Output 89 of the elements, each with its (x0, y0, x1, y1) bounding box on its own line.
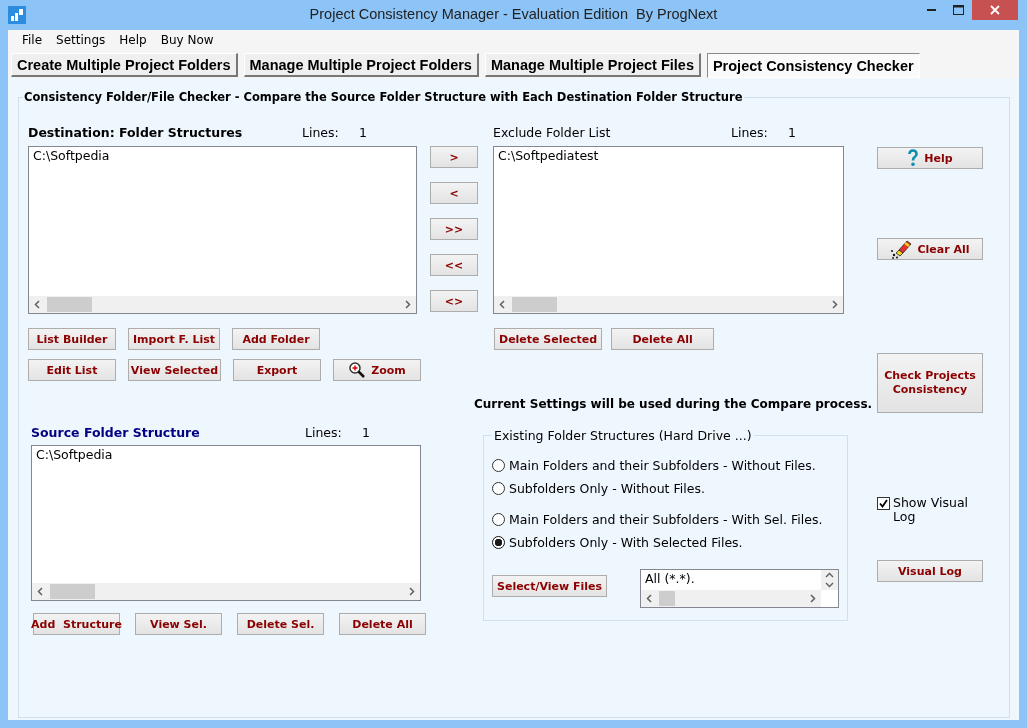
radio-button[interactable] (492, 535, 505, 549)
scroll-right-icon[interactable] (810, 594, 816, 603)
magnifier-icon (348, 361, 367, 379)
scroll-left-icon[interactable] (499, 300, 505, 309)
list-item[interactable]: C:\Softpediatest (498, 148, 839, 164)
menu-item[interactable]: Settings (49, 33, 113, 47)
list-item[interactable]: C:\Softpedia (33, 148, 412, 164)
scroll-right-icon[interactable] (405, 300, 411, 309)
minimize-icon (927, 9, 936, 11)
action-button[interactable]: Add Folder (232, 328, 320, 350)
arrow-button[interactable]: << (430, 254, 478, 276)
section-title: Source Folder Structure (31, 424, 200, 440)
scroll-thumb[interactable] (47, 297, 92, 312)
tab[interactable]: Manage Multiple Project Files (484, 53, 701, 77)
scroll-thumb[interactable] (512, 297, 557, 312)
action-button[interactable]: Visual Log (877, 560, 983, 582)
maximize-icon (953, 5, 964, 15)
question-mark-icon (907, 149, 920, 167)
action-button[interactable]: View Selected (128, 359, 221, 381)
close-button[interactable] (972, 0, 1018, 20)
menu-item[interactable]: Buy Now (153, 33, 221, 47)
action-button[interactable]: Import F. List (128, 328, 220, 350)
action-button[interactable]: Delete Selected (494, 328, 603, 350)
scroll-right-icon[interactable] (832, 300, 838, 309)
tab[interactable]: Manage Multiple Project Folders (243, 53, 479, 77)
radio-option[interactable]: Subfolders Only - With Selected Files. (492, 532, 839, 552)
radio-option[interactable]: Main Folders and their Subfolders - With Sel. Files. (492, 509, 839, 529)
group-title: Existing Folder Structures (Hard Drive ...) (493, 428, 753, 443)
list-box[interactable]: All (*.*). (640, 569, 839, 608)
action-button[interactable]: Edit List (28, 359, 116, 381)
list-item[interactable]: All (*.*). (645, 571, 817, 587)
lines-count: 1 (788, 124, 796, 140)
arrow-button[interactable]: >> (430, 218, 478, 240)
list-box[interactable]: C:\Softpediatest (493, 146, 844, 314)
scroll-right-icon[interactable] (409, 587, 415, 596)
list-box[interactable]: C:\Softpedia (28, 146, 417, 314)
lines-count: 1 (359, 124, 367, 140)
arrow-button[interactable]: < (430, 182, 478, 204)
action-button[interactable]: Delete All (611, 328, 715, 350)
action-button[interactable]: Clear All (877, 238, 983, 260)
tab[interactable]: Create Multiple Project Folders (11, 53, 238, 77)
scroll-up-icon[interactable] (825, 572, 834, 578)
lines-label: Lines: (305, 424, 342, 440)
action-button[interactable]: View Sel. (135, 613, 222, 635)
section-title: Exclude Folder List (493, 124, 611, 140)
scroll-left-icon[interactable] (646, 594, 652, 603)
radio-option[interactable]: Main Folders and their Subfolders - Without Files. (492, 455, 839, 475)
scroll-left-icon[interactable] (37, 587, 43, 596)
zoom-button[interactable]: Zoom (333, 359, 421, 381)
action-button[interactable]: Export (233, 359, 321, 381)
list-item[interactable]: C:\Softpedia (36, 447, 416, 463)
action-button[interactable]: List Builder (28, 328, 116, 350)
eraser-icon (890, 239, 913, 259)
checkmark-icon (878, 498, 889, 509)
lines-label: Lines: (731, 124, 768, 140)
close-icon (990, 5, 1000, 15)
horizontal-scrollbar[interactable] (29, 296, 416, 313)
radio-option[interactable]: Subfolders Only - Without Files. (492, 478, 839, 498)
horizontal-scrollbar[interactable] (32, 583, 420, 600)
arrow-button[interactable]: <> (430, 290, 478, 312)
horizontal-scrollbar[interactable] (494, 296, 843, 313)
arrow-button[interactable]: > (430, 146, 478, 168)
checkbox[interactable]: Show Visual Log (877, 496, 977, 524)
scroll-thumb[interactable] (50, 584, 95, 599)
settings-note: Current Settings will be used during the Compare process. (474, 396, 873, 412)
scroll-thumb[interactable] (659, 591, 675, 606)
scroll-down-icon[interactable] (825, 582, 834, 588)
lines-label: Lines: (302, 124, 339, 140)
window-title: Project Consistency Manager - Evaluation Edition By ProgNext (309, 6, 718, 22)
panel-title: Consistency Folder/File Checker - Compare the Source Folder Structure with Each Destination Folder Structure (23, 90, 744, 104)
radio-button[interactable] (492, 481, 505, 495)
radio-button[interactable] (492, 458, 505, 472)
menu-item[interactable]: Help (112, 33, 154, 47)
menu-item[interactable]: File (15, 33, 50, 47)
lines-count: 1 (362, 424, 370, 440)
tab[interactable]: Project Consistency Checker (706, 53, 920, 78)
app-icon (8, 6, 26, 24)
action-button[interactable]: Check Projects Consistency (877, 353, 983, 413)
action-button[interactable]: Select/View Files (492, 575, 607, 597)
horizontal-scrollbar[interactable] (641, 590, 821, 607)
action-button[interactable]: Help (877, 147, 983, 169)
section-title: Destination: Folder Structures (28, 124, 243, 140)
vertical-scrollbar[interactable] (821, 570, 838, 590)
action-button[interactable]: Delete All (339, 613, 426, 635)
scroll-left-icon[interactable] (34, 300, 40, 309)
action-button[interactable]: Add Structure (33, 613, 120, 635)
action-button[interactable]: Delete Sel. (237, 613, 324, 635)
radio-button[interactable] (492, 512, 505, 526)
list-box[interactable]: C:\Softpedia (31, 445, 421, 601)
